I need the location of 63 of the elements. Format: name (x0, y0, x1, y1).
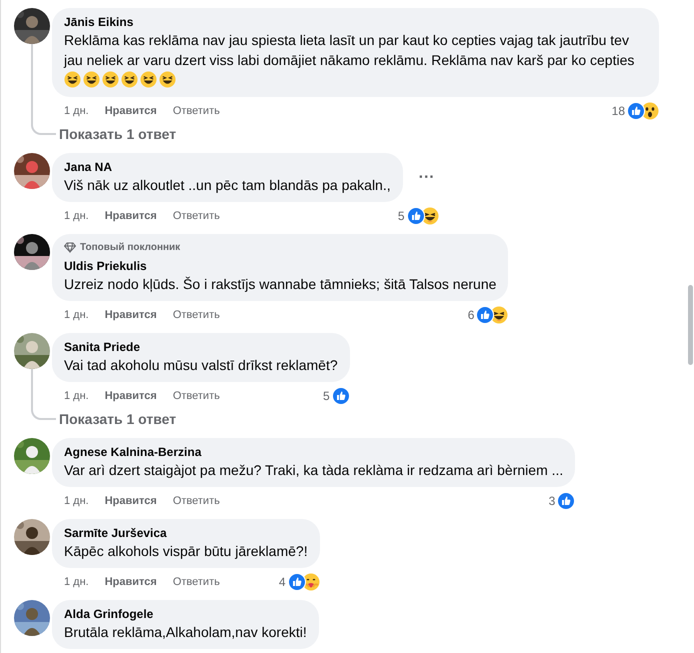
like-link[interactable]: Нравится (104, 492, 157, 510)
comment-text: Var arì dzert staigàjot pa mežu? Traki, ka tàda reklàma ir redzama arì bèrniem ... (64, 461, 564, 480)
scrollbar[interactable] (688, 285, 693, 365)
author-name[interactable]: Sanita Priede (64, 339, 338, 355)
thread-line (31, 369, 33, 407)
like-link[interactable]: Нравится (104, 102, 157, 120)
comment-text: Kāpēc alkohols vispār būtu jāreklamē?! (64, 542, 308, 561)
laughing-face-icon (64, 71, 81, 88)
reaction-count[interactable]: 4 (278, 573, 286, 591)
like-icon (406, 207, 425, 225)
reaction-count[interactable]: 18 (612, 102, 625, 120)
like-icon (627, 102, 645, 120)
author-name[interactable]: Agnese Kalnina-Berzina (64, 444, 564, 460)
reply-link[interactable]: Ответить (172, 306, 220, 324)
diamond-icon (64, 242, 76, 253)
like-icon (557, 492, 576, 510)
reply-link[interactable]: Ответить (172, 574, 220, 590)
comment-text: Reklāma kas reklāma nav jau spiesta lieta lasīt un par kaut ko cepties vajag tak jautrību tev jau neliek ar varu dzert viss labi domājiet nākamo reklāmu. Reklāma nav karš par ko cepties (64, 30, 647, 90)
more-options-button[interactable]: ··· (414, 166, 439, 190)
reply-link[interactable]: Ответить (172, 208, 220, 224)
laughing-face-icon (490, 306, 508, 324)
show-replies-link[interactable]: Показать 1 ответ (59, 124, 176, 144)
author-name[interactable]: Jānis Eikins (64, 14, 647, 30)
hugging-face-icon (302, 573, 320, 591)
reply-link[interactable]: Ответить (172, 388, 220, 404)
like-link[interactable]: Нравится (104, 208, 157, 224)
like-icon (476, 306, 494, 324)
author-name[interactable]: Jana NA (64, 159, 391, 175)
fan-badge-label: Топовый поклонник (80, 241, 180, 255)
thread-connector (31, 122, 56, 135)
like-link[interactable]: Нравится (104, 574, 157, 590)
comment-time[interactable]: 1 дн. (64, 388, 89, 404)
surprised-face-icon (641, 102, 659, 120)
comment-text: Brutāla reklāma,Alkaholam,nav korekti! (64, 623, 307, 642)
author-name[interactable]: Uldis Priekulis (64, 258, 496, 274)
comment-time[interactable]: 1 дн. (64, 492, 89, 510)
show-replies-link[interactable]: Показать 1 ответ (59, 409, 176, 429)
laughing-face-icon (420, 207, 439, 225)
laughing-face-icon (121, 71, 138, 88)
like-icon (332, 387, 350, 405)
comment-text: Uzreiz nodo kļūds. Šo i rakstījs wannabe tāmnieks; šitā Talsos nerune (64, 275, 496, 294)
laughing-face-icon (159, 71, 176, 88)
laughing-face-icon (140, 71, 157, 88)
laughing-face-icon (83, 71, 100, 88)
comment-time[interactable]: 1 дн. (64, 208, 89, 224)
comment-text: Vai tad akoholu mūsu valstī drīkst reklamēt? (64, 356, 338, 375)
author-name[interactable]: Alda Grinfogele (64, 606, 307, 622)
reply-link[interactable]: Ответить (172, 492, 220, 510)
like-link[interactable]: Нравится (104, 306, 157, 324)
comment-text: Viš nāk uz alkoutlet ..un pēc tam blandās pa pakaln., (64, 176, 391, 195)
reply-link[interactable]: Ответить (172, 102, 220, 120)
reaction-count[interactable]: 3 (548, 492, 556, 510)
laughing-face-icon (102, 71, 119, 88)
like-icon (288, 573, 306, 591)
comment-time[interactable]: 1 дн. (64, 574, 89, 590)
reaction-count[interactable]: 5 (398, 207, 405, 225)
reaction-count[interactable]: 5 (322, 387, 330, 405)
like-link[interactable]: Нравится (104, 388, 157, 404)
comment-time[interactable]: 1 дн. (64, 306, 89, 324)
author-name[interactable]: Sarmīte Jurševica (64, 525, 308, 541)
comment-time[interactable]: 1 дн. (64, 102, 89, 120)
reaction-count[interactable]: 6 (468, 306, 474, 324)
thread-connector (31, 407, 56, 420)
